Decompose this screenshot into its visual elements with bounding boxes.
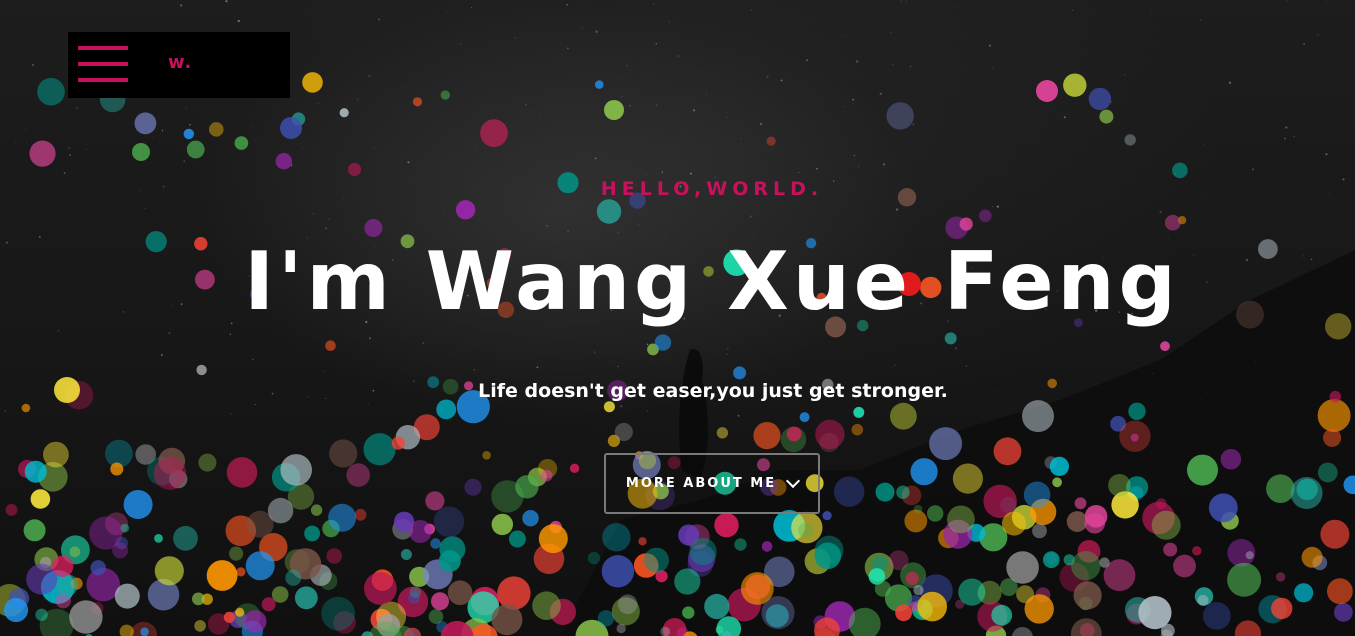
menu-bar-middle [78,62,128,66]
hero-headline: I'm Wang Xue Feng [244,235,1180,328]
hero-section: w. HELLO,WORLD. I'm Wang Xue Feng Life d… [0,0,1355,636]
hero-tagline: Life doesn't get easer,you just get stro… [478,380,948,402]
more-about-me-button[interactable]: MORE ABOUT ME [604,453,820,514]
chevron-down-icon [786,473,801,489]
hamburger-menu-icon[interactable] [78,46,128,84]
menu-bar-top [78,46,128,50]
hero-eyebrow: HELLO,WORLD. [600,178,824,200]
more-about-me-label: MORE ABOUT ME [625,476,777,491]
brand-logo-link[interactable]: w. [168,52,192,73]
top-nav-bar: w. [68,32,290,98]
menu-bar-bottom [78,78,128,82]
